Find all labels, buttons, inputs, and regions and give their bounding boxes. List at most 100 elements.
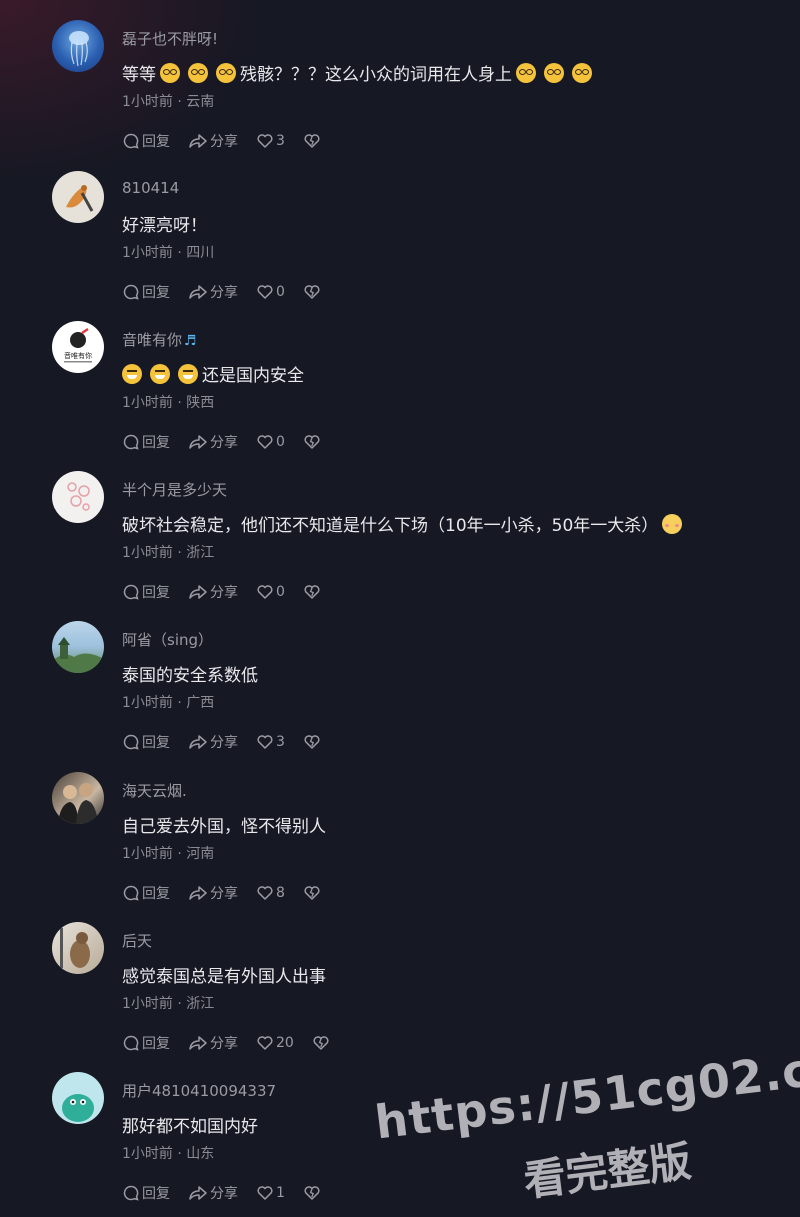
- grin-emoji-icon: [122, 364, 142, 384]
- comment-username[interactable]: 用户4810410094337: [122, 1080, 276, 1101]
- user-avatar[interactable]: [52, 1072, 104, 1124]
- comment-meta: 1小时前 · 云南: [122, 94, 215, 110]
- comment-meta: 1小时前 · 河南: [122, 846, 215, 862]
- comment-actions: 回复 分享 0: [122, 581, 341, 603]
- comment-username[interactable]: 海天云烟.: [122, 780, 187, 801]
- comment-username[interactable]: 阿省（sing）: [122, 629, 213, 650]
- comment-text: 那好都不如国内好: [122, 1117, 258, 1137]
- comment-item: 磊子也不胖呀! 等等 残骸？？？这么小众的词用在人身上 1小时前 · 云南 回复 …: [0, 0, 800, 150]
- user-avatar[interactable]: [52, 20, 104, 72]
- share-button[interactable]: 分享: [188, 1033, 238, 1053]
- user-avatar[interactable]: 音唯有你: [52, 321, 104, 373]
- cool-emoji-icon: [216, 63, 236, 83]
- share-button[interactable]: 分享: [188, 282, 238, 302]
- dislike-button[interactable]: [303, 583, 323, 601]
- like-count: 0: [276, 584, 285, 600]
- comment-meta: 1小时前 · 山东: [122, 1146, 215, 1162]
- share-arrow-icon: [189, 435, 207, 449]
- user-avatar[interactable]: [52, 171, 104, 223]
- fox-icon: [66, 185, 94, 212]
- heart-icon: [257, 134, 273, 148]
- broken-heart-icon: [304, 134, 320, 148]
- dislike-button[interactable]: [303, 1184, 323, 1202]
- grin-emoji-icon: [178, 364, 198, 384]
- like-button[interactable]: 20: [256, 1034, 294, 1052]
- like-button[interactable]: 8: [256, 884, 285, 902]
- heart-icon: [257, 285, 273, 299]
- user-avatar[interactable]: [52, 922, 104, 974]
- chat-bubble-icon: [123, 885, 139, 901]
- comment-meta: 1小时前 · 四川: [122, 245, 215, 261]
- heart-icon: [257, 735, 273, 749]
- user-avatar[interactable]: [52, 471, 104, 523]
- like-button[interactable]: 3: [256, 733, 285, 751]
- comment-username[interactable]: 磊子也不胖呀!: [122, 28, 218, 49]
- dog-icon: [60, 928, 90, 968]
- shy-emoji-icon: [662, 514, 683, 534]
- cool-emoji-icon: [188, 63, 208, 83]
- dislike-button[interactable]: [303, 132, 323, 150]
- user-avatar[interactable]: [52, 772, 104, 824]
- share-arrow-icon: [189, 1036, 207, 1050]
- reply-button[interactable]: 回复: [122, 131, 170, 151]
- doodle-icon: [67, 482, 90, 511]
- grin-emoji-icon: [150, 364, 170, 384]
- like-count: 0: [276, 284, 285, 300]
- reply-button[interactable]: 回复: [122, 282, 170, 302]
- like-button[interactable]: 0: [256, 583, 285, 601]
- comment-username[interactable]: 后天: [122, 930, 152, 951]
- share-button[interactable]: 分享: [188, 732, 238, 752]
- broken-heart-icon: [304, 435, 320, 449]
- comments-page: 磊子也不胖呀! 等等 残骸？？？这么小众的词用在人身上 1小时前 · 云南 回复 …: [0, 0, 800, 1217]
- share-button[interactable]: 分享: [188, 432, 238, 452]
- reply-button[interactable]: 回复: [122, 1033, 170, 1053]
- chat-bubble-icon: [123, 284, 139, 300]
- like-count: 20: [276, 1035, 294, 1051]
- comment-actions: 回复 分享 20: [122, 1032, 350, 1054]
- dislike-button[interactable]: [312, 1034, 332, 1052]
- broken-heart-icon: [304, 585, 320, 599]
- like-button[interactable]: 3: [256, 132, 285, 150]
- comment-text: 自己爱去外国，怪不得别人: [122, 817, 326, 837]
- heart-icon: [257, 1186, 273, 1200]
- like-button[interactable]: 0: [256, 283, 285, 301]
- cool-emoji-icon: [516, 63, 536, 83]
- share-button[interactable]: 分享: [188, 883, 238, 903]
- dislike-button[interactable]: [303, 433, 323, 451]
- music-note-icon: ♬: [184, 333, 197, 349]
- like-count: 8: [276, 885, 285, 901]
- chat-bubble-icon: [123, 133, 139, 149]
- like-button[interactable]: 1: [256, 1184, 285, 1202]
- broken-heart-icon: [304, 735, 320, 749]
- comment-meta: 1小时前 · 浙江: [122, 996, 215, 1012]
- user-avatar[interactable]: [52, 621, 104, 673]
- like-count: 3: [276, 133, 285, 149]
- like-button[interactable]: 0: [256, 433, 285, 451]
- dislike-button[interactable]: [303, 733, 323, 751]
- reply-button[interactable]: 回复: [122, 883, 170, 903]
- comment-username[interactable]: 音唯有你 ♬: [122, 329, 197, 350]
- share-arrow-icon: [189, 735, 207, 749]
- cool-emoji-icon: [160, 63, 180, 83]
- share-button[interactable]: 分享: [188, 1183, 238, 1203]
- logo-text: 音唯有你: [64, 351, 92, 360]
- dislike-button[interactable]: [303, 283, 323, 301]
- comment-actions: 回复 分享 3: [122, 130, 341, 152]
- share-button[interactable]: 分享: [188, 582, 238, 602]
- share-button[interactable]: 分享: [188, 131, 238, 151]
- dislike-button[interactable]: [303, 884, 323, 902]
- comment-actions: 回复 分享 3: [122, 731, 341, 753]
- like-count: 1: [276, 1185, 285, 1201]
- reply-button[interactable]: 回复: [122, 732, 170, 752]
- share-arrow-icon: [189, 134, 207, 148]
- reply-button[interactable]: 回复: [122, 582, 170, 602]
- heart-icon: [257, 435, 273, 449]
- comment-item: 半个月是多少天 破坏社会稳定，他们还不知道是什么下场（10年一小杀，50年一大杀…: [0, 451, 800, 601]
- reply-button[interactable]: 回复: [122, 432, 170, 452]
- comment-text: 感觉泰国总是有外国人出事: [122, 967, 326, 987]
- comment-item: 用户4810410094337 那好都不如国内好 1小时前 · 山东 回复 分享…: [0, 1052, 800, 1202]
- comment-username[interactable]: 810414: [122, 179, 179, 197]
- share-arrow-icon: [189, 285, 207, 299]
- reply-button[interactable]: 回复: [122, 1183, 170, 1203]
- comment-username[interactable]: 半个月是多少天: [122, 479, 227, 500]
